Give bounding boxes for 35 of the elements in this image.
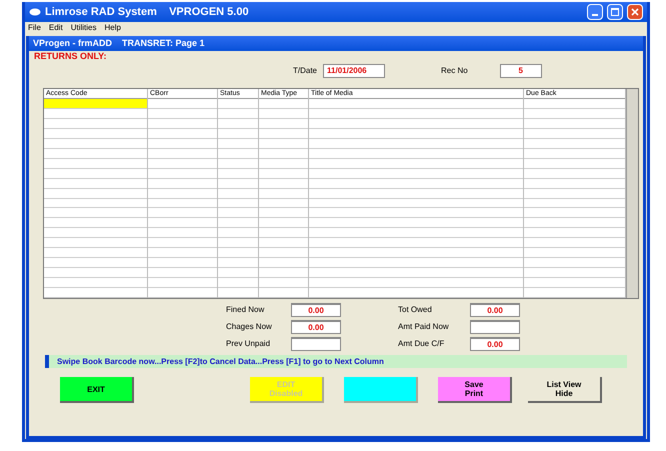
- maximize-button[interactable]: [607, 4, 623, 20]
- field-label: Tot Owed: [398, 304, 433, 316]
- grid-cell[interactable]: [44, 99, 147, 109]
- status-message: Swipe Book Barcode now...Press [F2]to Cancel Data...Press [F1] to go to Next Column: [45, 355, 627, 368]
- maximize-icon: [611, 8, 619, 16]
- field-label: T/Date: [293, 65, 318, 77]
- action-button[interactable]: List View Hide: [528, 377, 602, 403]
- input-field[interactable]: 5: [500, 64, 542, 78]
- close-icon: [631, 8, 639, 16]
- app-icon: [29, 8, 41, 16]
- input-field[interactable]: 0.00: [291, 303, 341, 317]
- minimize-button[interactable]: [587, 4, 603, 20]
- section-heading: RETURNS ONLY:: [34, 51, 107, 62]
- action-button[interactable]: Save Print: [438, 377, 512, 403]
- field-label: Rec No: [441, 65, 468, 77]
- minimize-icon: [592, 14, 598, 16]
- input-field[interactable]: 0.00: [470, 303, 520, 317]
- menu-item[interactable]: Help: [104, 22, 121, 32]
- action-button[interactable]: EXIT: [60, 377, 134, 403]
- input-field[interactable]: 11/01/2006: [323, 64, 386, 78]
- input-field[interactable]: 0.00: [291, 320, 341, 334]
- field-label: Amt Paid Now: [398, 321, 450, 333]
- input-field[interactable]: [291, 337, 341, 351]
- field-label: Amt Due C/F: [398, 338, 446, 350]
- input-field[interactable]: 0.00: [470, 337, 520, 351]
- field-label: Fined Now: [226, 304, 266, 316]
- field-label: Prev Unpaid: [226, 338, 272, 350]
- close-button[interactable]: [627, 4, 643, 20]
- menu-item[interactable]: Utilities: [70, 22, 96, 32]
- menu-item[interactable]: Edit: [48, 22, 63, 32]
- window-title: Limrose RAD System VPROGEN 5.00: [45, 4, 250, 20]
- field-label: Chages Now: [226, 321, 273, 333]
- input-field[interactable]: [470, 320, 520, 334]
- menu-item[interactable]: File: [28, 22, 41, 32]
- child-window-title: VProgen - frmADD TRANSRET: Page 1: [33, 36, 205, 50]
